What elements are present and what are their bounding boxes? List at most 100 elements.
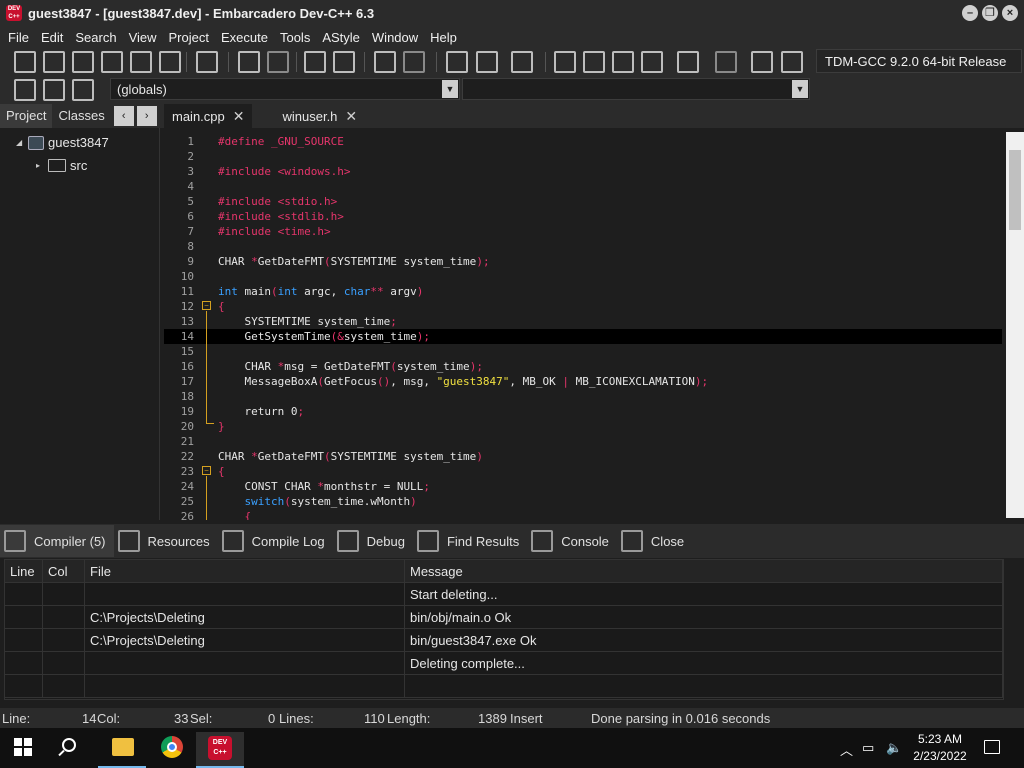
tab-project[interactable]: Project [0,104,53,128]
rebuild-icon[interactable] [641,51,663,73]
undo-icon[interactable] [374,51,396,73]
code-text[interactable]: { [218,299,225,314]
code-line[interactable]: 20} [164,419,1002,434]
menu-window[interactable]: Window [366,30,424,45]
scope-select[interactable]: (globals) ▼ [110,78,460,100]
goto-bookmark-icon[interactable] [72,79,94,101]
network-icon[interactable]: ▭ [862,740,874,756]
file-explorer-icon[interactable] [112,738,134,756]
code-text[interactable]: CHAR *msg = GetDateFMT(system_time); [218,359,482,374]
search-icon[interactable] [62,738,76,752]
tab-classes[interactable]: Classes [52,104,110,128]
minimize-button[interactable]: – [962,5,978,21]
menu-edit[interactable]: Edit [35,30,69,45]
code-text[interactable]: SYSTEMTIME system_time; [218,314,396,329]
code-line[interactable]: 10 [164,269,1002,284]
chrome-icon[interactable] [161,736,183,758]
replace-icon[interactable] [267,51,289,73]
table-vertical-scrollbar[interactable] [1004,559,1022,700]
menu-project[interactable]: Project [163,30,215,45]
table-row[interactable]: Start deleting... [5,583,1003,606]
code-text[interactable]: GetSystemTime(&system_time); [218,329,429,344]
devcpp-app-icon[interactable]: DEV C++ [6,5,22,21]
fold-toggle-icon[interactable]: − [202,301,211,310]
compile-run-icon[interactable] [612,51,634,73]
tab-main-cpp[interactable]: main.cpp ✕ [164,104,253,128]
code-text[interactable]: CHAR *GetDateFMT(SYSTEMTIME system_time) [218,449,483,464]
system-clock[interactable]: 5:23 AM 2/23/2022 [908,731,972,765]
devcpp-icon[interactable]: DEV C++ [208,736,232,760]
column-header-line[interactable]: Line [5,560,43,583]
indent-icon[interactable] [446,51,468,73]
chevron-up-icon[interactable]: ︿ [840,740,853,759]
scrollbar-thumb[interactable] [1009,150,1021,230]
collapsed-arrow-icon[interactable]: ▸ [36,161,44,170]
code-line[interactable]: 9 CHAR *GetDateFMT(SYSTEMTIME system_time… [164,254,1002,269]
unindent-icon[interactable] [476,51,498,73]
menu-tools[interactable]: Tools [274,30,316,45]
code-line[interactable]: 2 [164,149,1002,164]
code-text[interactable]: } [218,419,225,434]
code-text[interactable]: switch(system_time.wMonth) [218,494,417,509]
code-line[interactable]: 25 switch(system_time.wMonth) [164,494,1002,509]
tab-compiler[interactable]: Compiler (5) [0,525,114,557]
chevron-left-icon[interactable]: ‹ [113,106,134,126]
code-line[interactable]: 14 GetSystemTime(&system_time); [164,329,1002,344]
table-row[interactable]: C:\Projects\Deleting bin/guest3847.exe O… [5,629,1003,652]
code-text[interactable]: #include <windows.h> [218,164,350,179]
table-row[interactable] [5,675,1003,698]
code-line[interactable]: 13 SYSTEMTIME system_time; [164,314,1002,329]
tree-item-src[interactable]: ▸ src [36,158,87,173]
open-icon[interactable] [43,51,65,73]
editor-vertical-scrollbar[interactable] [1006,132,1024,518]
column-header-col[interactable]: Col [43,560,85,583]
tab-compile-log[interactable]: Compile Log [218,525,333,557]
fold-toggle-icon[interactable]: − [202,466,211,475]
code-line[interactable]: 16 CHAR *msg = GetDateFMT(system_time); [164,359,1002,374]
code-line[interactable]: 11 int main(int argc, char** argv) [164,284,1002,299]
find-icon[interactable] [238,51,260,73]
code-text[interactable]: int main(int argc, char** argv) [218,284,423,299]
code-text[interactable]: CONST CHAR *monthstr = NULL; [218,479,429,494]
code-line[interactable]: 18 [164,389,1002,404]
tree-item-project[interactable]: ◢ guest3847 [16,135,109,150]
tab-find-results[interactable]: Find Results [413,525,527,557]
close-icon[interactable]: ✕ [345,108,357,125]
close-icon[interactable]: ✕ [233,108,245,125]
tab-winuser-h[interactable]: winuser.h ✕ [274,104,365,128]
menu-search[interactable]: Search [69,30,122,45]
comment-icon[interactable] [511,51,533,73]
code-line[interactable]: 5 #include <stdio.h> [164,194,1002,209]
tab-debug[interactable]: Debug [333,525,413,557]
stop-icon[interactable] [715,51,737,73]
tab-resources[interactable]: Resources [114,525,218,557]
new-file-icon[interactable] [14,51,36,73]
close-all-icon[interactable] [159,51,181,73]
bookmark-icon[interactable] [43,79,65,101]
delete-profile-icon[interactable] [781,51,803,73]
tab-close[interactable]: Close [617,525,692,557]
menu-file[interactable]: File [2,30,35,45]
code-text[interactable]: { [218,464,225,479]
code-line[interactable]: 1 #define _GNU_SOURCE [164,134,1002,149]
code-text[interactable]: return 0; [218,404,304,419]
chevron-down-icon[interactable]: ▼ [792,80,808,98]
member-select[interactable]: ▼ [462,78,810,100]
column-header-message[interactable]: Message [405,560,1003,583]
table-row[interactable]: C:\Projects\Deleting bin/obj/main.o Ok [5,606,1003,629]
compile-icon[interactable] [554,51,576,73]
code-line[interactable]: 15 [164,344,1002,359]
code-text[interactable]: #include <stdlib.h> [218,209,344,224]
code-line[interactable]: 6 #include <stdlib.h> [164,209,1002,224]
profile-icon[interactable] [751,51,773,73]
column-header-file[interactable]: File [85,560,405,583]
code-line[interactable]: 7 #include <time.h> [164,224,1002,239]
run-icon[interactable] [583,51,605,73]
menu-view[interactable]: View [123,30,163,45]
save-icon[interactable] [72,51,94,73]
code-text[interactable]: CHAR *GetDateFMT(SYSTEMTIME system_time)… [218,254,490,269]
save-all-icon[interactable] [101,51,123,73]
notification-icon[interactable] [984,740,1000,754]
chevron-down-icon[interactable]: ▼ [442,80,458,98]
redo-icon[interactable] [403,51,425,73]
